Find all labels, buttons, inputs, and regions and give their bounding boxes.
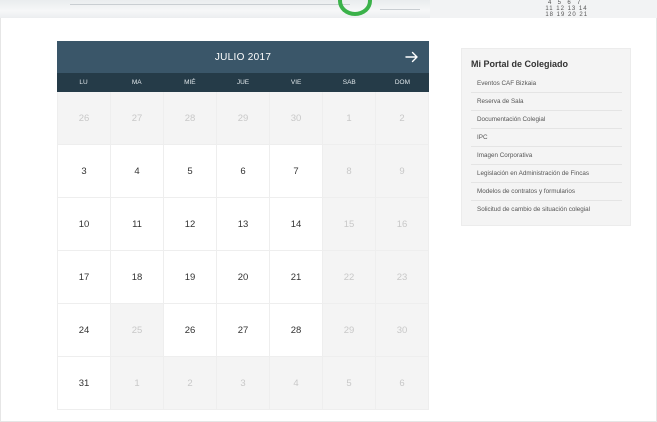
calendar-day-outside[interactable]: 3 (217, 357, 270, 410)
portal-link[interactable]: Imagen Corporativa (471, 147, 622, 165)
calendar-day[interactable]: 18 (111, 251, 164, 304)
portal-link[interactable]: Modelos de contratos y formularios (471, 183, 622, 201)
calendar-day[interactable]: 11 (111, 198, 164, 251)
header-banner: 4 5 6 7 11 12 13 14 18 19 20 21 (0, 0, 657, 18)
calendar-day[interactable]: 6 (217, 145, 270, 198)
calendar-days-grid: 26 27 28 29 30 1 2 3 4 5 6 7 8 9 10 11 12 13 14 15 16 17 18 19 2… (57, 92, 429, 410)
calendar-day[interactable]: 24 (58, 304, 111, 357)
weekday-label: JUE (236, 79, 250, 86)
colegiado-portal-panel: Mi Portal de Colegiado Eventos CAF Bizka… (461, 48, 631, 226)
calendar-day-outside[interactable]: 1 (111, 357, 164, 410)
portal-link[interactable]: Reserva de Sala (471, 93, 622, 111)
calendar-day-outside[interactable]: 9 (376, 145, 429, 198)
calendar-day[interactable]: 20 (217, 251, 270, 304)
calendar-day[interactable]: 7 (270, 145, 323, 198)
weekday-label: VIE (290, 79, 302, 86)
calendar-day-outside[interactable]: 26 (58, 92, 111, 145)
arrow-right-icon (405, 51, 418, 63)
weekday-label: MIÉ (184, 79, 196, 86)
weekday-row: LU MA MIÉ JUE VIE SAB DOM (57, 73, 429, 92)
calendar-day-outside[interactable]: 5 (323, 357, 376, 410)
calendar-header: JULIO 2017 (57, 41, 429, 73)
event-calendar: JULIO 2017 LU MA MIÉ JUE VIE SAB DOM 26 27 28 29 3… (57, 41, 429, 410)
weekday-label: LU (79, 79, 88, 86)
calendar-day[interactable]: 12 (164, 198, 217, 251)
calendar-day-outside[interactable]: 8 (323, 145, 376, 198)
calendar-day-outside[interactable]: 28 (164, 92, 217, 145)
banner-decor-line (70, 4, 350, 5)
calendar-day-outside[interactable]: 30 (376, 304, 429, 357)
calendar-day[interactable]: 28 (270, 304, 323, 357)
calendar-day[interactable]: 19 (164, 251, 217, 304)
calendar-day[interactable]: 14 (270, 198, 323, 251)
banner-calendar-numbers: 4 5 6 7 11 12 13 14 18 19 20 21 (545, 0, 589, 18)
calendar-day-outside[interactable]: 15 (323, 198, 376, 251)
calendar-month-title: JULIO 2017 (214, 51, 272, 63)
weekday-label: SAB (342, 79, 356, 86)
calendar-day[interactable]: 17 (58, 251, 111, 304)
calendar-day-outside[interactable]: 25 (111, 304, 164, 357)
calendar-day-outside[interactable]: 23 (376, 251, 429, 304)
calendar-day-outside[interactable]: 29 (323, 304, 376, 357)
weekday-label: MA (131, 79, 142, 86)
calendar-day[interactable]: 31 (58, 357, 111, 410)
calendar-day[interactable]: 21 (270, 251, 323, 304)
calendar-day-outside[interactable]: 4 (270, 357, 323, 410)
calendar-day-outside[interactable]: 1 (323, 92, 376, 145)
calendar-day-outside[interactable]: 22 (323, 251, 376, 304)
portal-link[interactable]: IPC (471, 129, 622, 147)
calendar-day-outside[interactable]: 2 (376, 92, 429, 145)
calendar-day-outside[interactable]: 2 (164, 357, 217, 410)
next-month-button[interactable] (403, 48, 421, 66)
portal-link[interactable]: Legislación en Administración de Fincas (471, 165, 622, 183)
weekday-label: DOM (394, 79, 410, 86)
calendar-day-outside[interactable]: 29 (217, 92, 270, 145)
calendar-day[interactable]: 26 (164, 304, 217, 357)
calendar-day[interactable]: 4 (111, 145, 164, 198)
calendar-day-outside[interactable]: 6 (376, 357, 429, 410)
calendar-day[interactable]: 10 (58, 198, 111, 251)
calendar-ring-icon (338, 0, 372, 16)
calendar-day[interactable]: 27 (217, 304, 270, 357)
calendar-day-outside[interactable]: 30 (270, 92, 323, 145)
portal-link[interactable]: Solicitud de cambio de situación colegia… (471, 201, 622, 219)
portal-link[interactable]: Eventos CAF Bizkaia (471, 75, 622, 93)
panel-title: Mi Portal de Colegiado (471, 59, 569, 69)
portal-link[interactable]: Documentación Colegial (471, 111, 622, 129)
calendar-day[interactable]: 3 (58, 145, 111, 198)
banner-decor-line (380, 9, 420, 10)
calendar-day[interactable]: 13 (217, 198, 270, 251)
calendar-day-outside[interactable]: 16 (376, 198, 429, 251)
calendar-day-outside[interactable]: 27 (111, 92, 164, 145)
calendar-day[interactable]: 5 (164, 145, 217, 198)
portal-links: Eventos CAF Bizkaia Reserva de Sala Docume… (471, 75, 622, 219)
